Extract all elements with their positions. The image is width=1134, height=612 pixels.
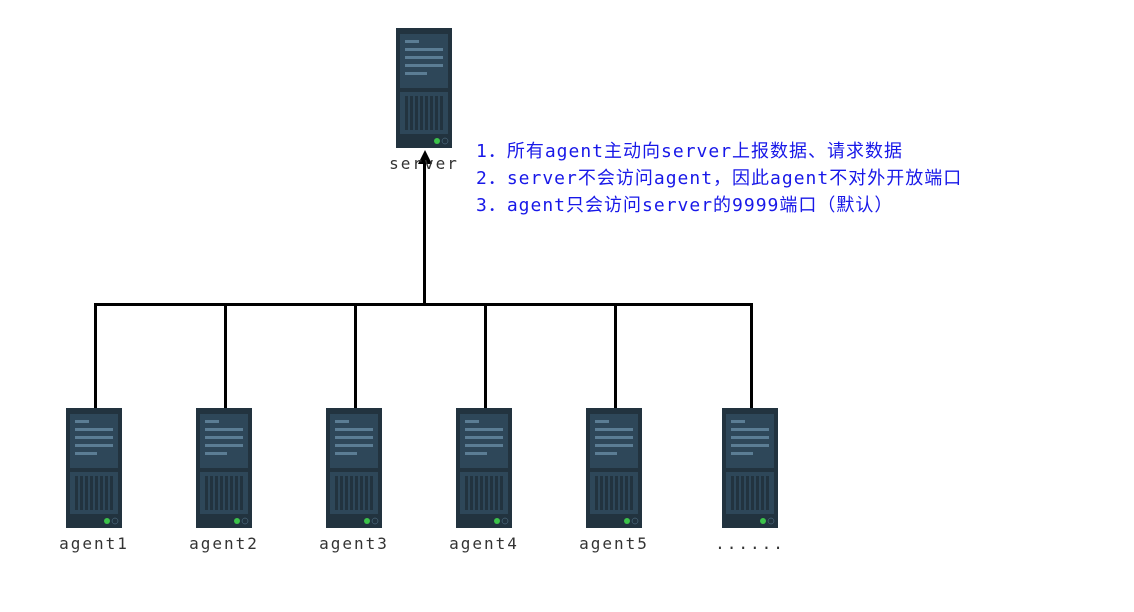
note-line-1: 1．所有agent主动向server上报数据、请求数据 [476,138,962,165]
server-label: server [389,154,459,173]
agent-node-5: agent5 [586,408,642,528]
connector-agent6-vertical [750,303,753,409]
agent-node-1: agent1 [66,408,122,528]
agent-label-6: ...... [715,534,785,553]
connector-agent2-vertical [224,303,227,409]
server-icon [586,408,642,528]
agent-node-4: agent4 [456,408,512,528]
connector-agent1-vertical [94,303,97,409]
connector-agent4-vertical [484,303,487,409]
agent-label-5: agent5 [579,534,649,553]
agent-label-4: agent4 [449,534,519,553]
notes-block: 1．所有agent主动向server上报数据、请求数据 2．server不会访问… [476,138,962,219]
agent-label-1: agent1 [59,534,129,553]
note-line-2: 2．server不会访问agent，因此agent不对外开放端口 [476,165,962,192]
server-icon [456,408,512,528]
note-line-3: 3．agent只会访问server的9999端口（默认） [476,192,962,219]
server-icon [722,408,778,528]
agent-label-2: agent2 [189,534,259,553]
connector-agent5-vertical [614,303,617,409]
connector-agent3-vertical [354,303,357,409]
server-icon [66,408,122,528]
connector-server-vertical [423,162,426,304]
server-icon [196,408,252,528]
agent-node-6: ...... [722,408,778,528]
agent-label-3: agent3 [319,534,389,553]
agent-node-2: agent2 [196,408,252,528]
server-icon [326,408,382,528]
agent-node-3: agent3 [326,408,382,528]
connector-bus-horizontal [94,303,752,306]
server-icon [396,28,452,148]
server-node: server [396,28,452,148]
